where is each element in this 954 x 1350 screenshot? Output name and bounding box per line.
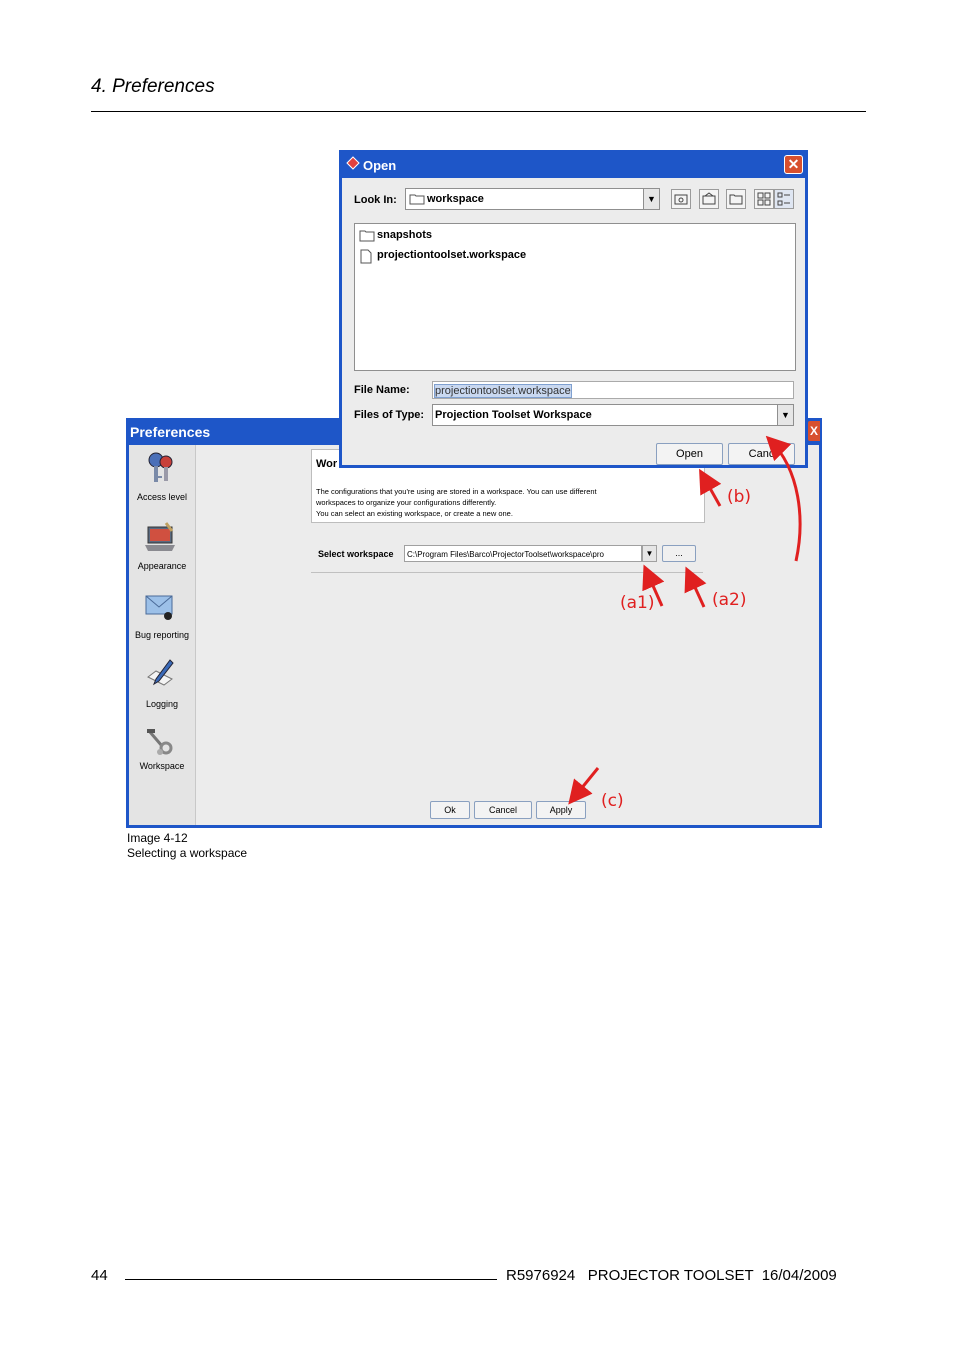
product-name: PROJECTOR TOOLSET bbox=[587, 1267, 754, 1284]
annotation-b: (b) bbox=[727, 487, 752, 507]
caption-ref: Image 4-12 bbox=[127, 831, 188, 845]
annotation-layer bbox=[568, 435, 802, 805]
annotation-c: (c) bbox=[601, 791, 624, 811]
caption-text: Selecting a workspace bbox=[127, 846, 248, 860]
page-number: 44 bbox=[91, 1267, 108, 1284]
footer-text: R5976924 PROJECTOR TOOLSET 16/04/2009 bbox=[506, 1267, 837, 1284]
arrow-b bbox=[699, 468, 722, 507]
arrow-c bbox=[568, 767, 600, 805]
annotation-a2: (a2) bbox=[712, 590, 747, 610]
arrow-a2 bbox=[684, 566, 707, 608]
doc-id: R5976924 bbox=[506, 1267, 576, 1284]
footer-date: 16/04/2009 bbox=[761, 1267, 837, 1284]
footer-rule bbox=[125, 1279, 497, 1280]
annotation-a1: (a1) bbox=[620, 593, 655, 613]
arrow-b-curve bbox=[765, 435, 802, 562]
